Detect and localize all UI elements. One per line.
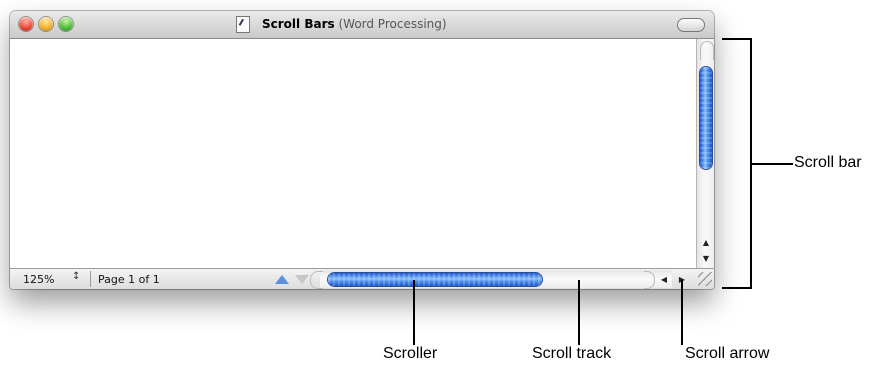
toolbar-toggle-button[interactable] — [677, 18, 705, 32]
scroll-arrow-leader — [681, 280, 683, 345]
zoom-stepper-icon[interactable]: ↕ — [72, 271, 80, 282]
next-page-icon[interactable] — [295, 275, 309, 284]
previous-page-icon[interactable] — [275, 275, 289, 284]
scroll-bar-bracket-top — [722, 38, 752, 40]
scroll-bar-bracket-bottom — [722, 287, 752, 289]
scroll-bar-leader — [751, 163, 793, 165]
scroller-callout: Scroller — [383, 345, 438, 362]
scroll-track-callout: Scroll track — [532, 345, 612, 362]
vertical-scroller[interactable] — [700, 67, 712, 169]
horizontal-scroller[interactable] — [328, 273, 542, 286]
window-title-subtitle: (Word Processing) — [338, 17, 447, 31]
scroll-down-arrow[interactable]: ▼ — [697, 252, 714, 266]
title-bar[interactable]: Scroll Bars (Word Processing) — [10, 11, 714, 39]
document-icon[interactable] — [236, 16, 250, 33]
scroll-left-arrow[interactable]: ◀ — [656, 271, 672, 287]
status-divider — [90, 271, 91, 287]
scroll-up-arrow[interactable]: ▲ — [697, 236, 714, 250]
close-button[interactable] — [19, 17, 33, 31]
resize-grip-icon[interactable] — [698, 272, 712, 286]
zoom-button[interactable] — [59, 17, 73, 31]
app-window: Scroll Bars (Word Processing) ▲ ▼ 125% ↕… — [10, 11, 714, 289]
scroller-leader — [413, 280, 415, 345]
scroll-track-leader — [578, 280, 580, 345]
window-title: Scroll Bars (Word Processing) — [262, 17, 447, 31]
document-area[interactable] — [10, 39, 696, 268]
scroll-bar-callout: Scroll bar — [794, 154, 862, 171]
zoom-level[interactable]: 125% — [23, 273, 54, 286]
window-title-main: Scroll Bars — [262, 17, 335, 31]
vertical-track-cap — [700, 41, 714, 60]
minimize-button[interactable] — [39, 17, 53, 31]
scroll-arrow-callout: Scroll arrow — [685, 345, 770, 362]
page-indicator: Page 1 of 1 — [98, 273, 160, 286]
horizontal-track-cap — [310, 271, 323, 289]
status-bar: 125% ↕ Page 1 of 1 ◀ ▶ — [10, 268, 714, 289]
vertical-scroll-bar[interactable]: ▲ ▼ — [696, 39, 714, 268]
